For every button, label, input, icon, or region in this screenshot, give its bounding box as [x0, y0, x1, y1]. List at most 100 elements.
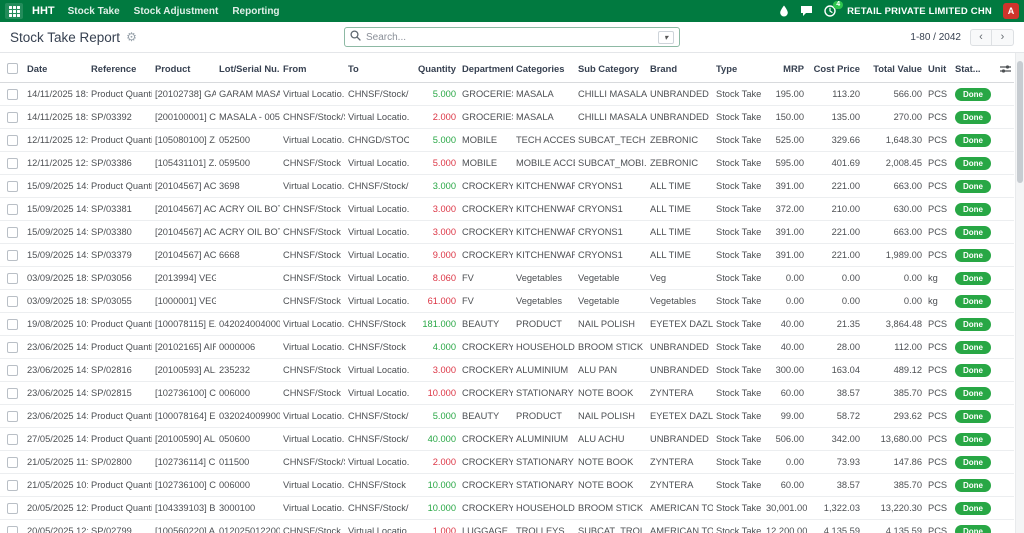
cell-department: CROCKERY1 [459, 174, 513, 198]
column-header-to[interactable]: To [345, 53, 409, 84]
cell-total_value: 13,220.30 [863, 496, 925, 520]
pager-previous-button[interactable]: ‹ [970, 28, 992, 46]
row-checkbox[interactable] [6, 158, 18, 170]
quantity-value: 10.000 [427, 388, 456, 399]
table-row[interactable]: 15/09/2025 14:...SP/03381[20104567] AC..… [0, 197, 1014, 221]
row-checkbox[interactable] [6, 526, 18, 533]
table-row[interactable]: 20/05/2025 12:...SP/02799[100560220] A..… [0, 519, 1014, 533]
row-checkbox[interactable] [6, 342, 18, 354]
pager-next-button[interactable]: › [992, 28, 1014, 46]
table-row[interactable]: 20/05/2025 12:...Product Quanti...[10433… [0, 496, 1014, 520]
search-dropdown-toggle[interactable]: ▾ [658, 30, 674, 44]
select-all-checkbox[interactable] [6, 63, 18, 75]
column-header-mrp[interactable]: MRP [763, 53, 807, 84]
table-row[interactable]: 03/09/2025 18:...SP/03055[1000001] VEG .… [0, 289, 1014, 313]
column-header-total_value[interactable]: Total Value [863, 53, 925, 84]
column-header-product[interactable]: Product [152, 53, 216, 84]
row-checkbox[interactable] [6, 112, 18, 124]
row-checkbox[interactable] [6, 319, 18, 331]
cell-date: 15/09/2025 14:... [24, 197, 88, 221]
row-checkbox[interactable] [6, 181, 18, 193]
cell-cost_price: 58.72 [807, 404, 863, 428]
table-row[interactable]: 23/06/2025 14:...Product Quanti...[10007… [0, 404, 1014, 428]
status-badge: Done [955, 295, 991, 309]
table-row[interactable]: 27/05/2025 14:...Product Quanti...[20100… [0, 427, 1014, 451]
cell-date: 15/09/2025 14:... [24, 243, 88, 267]
apps-menu-icon[interactable] [5, 3, 23, 19]
table-row[interactable]: 15/09/2025 14:...Product Quanti...[20104… [0, 174, 1014, 198]
table-row[interactable]: 14/11/2025 18:...Product Quanti...[20102… [0, 83, 1014, 106]
row-checkbox[interactable] [6, 250, 18, 262]
cell-brand: ZEBRONIC [647, 128, 713, 152]
activities-clock-icon[interactable]: 4 [824, 1, 844, 17]
scrollbar-thumb[interactable] [1017, 61, 1023, 183]
cell-total_value: 1,648.30 [863, 128, 925, 152]
row-checkbox[interactable] [6, 411, 18, 423]
row-checkbox[interactable] [6, 457, 18, 469]
row-checkbox[interactable] [6, 227, 18, 239]
search-bar[interactable]: ▾ [344, 27, 680, 47]
droplet-icon[interactable] [779, 5, 789, 17]
table-row[interactable]: 23/06/2025 14:...SP/02816[20100593] AL..… [0, 358, 1014, 382]
column-header-brand[interactable]: Brand [647, 53, 713, 84]
cell-product: [200100001] C... [152, 105, 216, 129]
row-checkbox[interactable] [6, 365, 18, 377]
brand-menu[interactable]: HHT [32, 5, 55, 17]
table-row[interactable]: 19/08/2025 10:...Product Quanti...[10007… [0, 312, 1014, 336]
table-row[interactable]: 23/06/2025 14:...Product Quanti...[20102… [0, 335, 1014, 359]
table-row[interactable]: 21/05/2025 10:...Product Quanti...[10273… [0, 473, 1014, 497]
table-row[interactable]: 03/09/2025 18:...SP/03056[2013994] VEG .… [0, 266, 1014, 290]
menu-stock-adjustment[interactable]: Stock Adjustment [134, 6, 219, 17]
row-checkbox[interactable] [6, 388, 18, 400]
row-checkbox[interactable] [6, 273, 18, 285]
user-avatar[interactable]: A [1003, 3, 1019, 19]
column-header-reference[interactable]: Reference [88, 53, 152, 84]
column-header-lot[interactable]: Lot/Serial Nu... [216, 53, 280, 84]
column-header-quantity[interactable]: Quantity [409, 53, 459, 84]
cell-select [0, 197, 24, 221]
cell-quantity: 1.000 [409, 519, 459, 533]
company-name[interactable]: RETAIL PRIVATE LIMITED CHN [847, 6, 992, 17]
table-row[interactable]: 15/09/2025 14:...SP/03380[20104567] AC..… [0, 220, 1014, 244]
row-checkbox[interactable] [6, 296, 18, 308]
row-checkbox[interactable] [6, 135, 18, 147]
cell-to: CHNSF/Stock/G... [345, 404, 409, 428]
cell-to: Virtual Locatio... [345, 243, 409, 267]
cell-to: CHNSF/Stock [345, 335, 409, 359]
row-checkbox[interactable] [6, 503, 18, 515]
table-row[interactable]: 23/06/2025 14:...SP/02815[102736100] C..… [0, 381, 1014, 405]
row-checkbox[interactable] [6, 480, 18, 492]
column-header-categories[interactable]: Categories [513, 53, 575, 84]
table-row[interactable]: 12/11/2025 12:...SP/03386[105431101] Z..… [0, 151, 1014, 175]
quantity-value: 3.000 [432, 204, 456, 215]
menu-stock-take[interactable]: Stock Take [68, 6, 120, 17]
table-row[interactable]: 12/11/2025 12:...Product Quanti...[10508… [0, 128, 1014, 152]
cell-lot: 012025012200 [216, 519, 280, 533]
search-input[interactable] [366, 31, 653, 43]
column-header-department[interactable]: Department [459, 53, 513, 84]
settings-gear-icon[interactable]: ⚙ [126, 31, 137, 43]
table-row[interactable]: 15/09/2025 14:...SP/03379[20104567] AC..… [0, 243, 1014, 267]
adjust-columns-icon[interactable] [1000, 62, 1011, 73]
row-checkbox[interactable] [6, 434, 18, 446]
cell-product: [20104567] AC... [152, 174, 216, 198]
cell-select [0, 335, 24, 359]
vertical-scrollbar[interactable] [1015, 53, 1024, 533]
menu-reporting[interactable]: Reporting [232, 6, 279, 17]
row-checkbox[interactable] [6, 204, 18, 216]
column-header-date[interactable]: Date [24, 53, 88, 84]
column-header-unit[interactable]: Unit [925, 53, 952, 84]
column-header-from[interactable]: From [280, 53, 345, 84]
control-panel: Stock Take Report ⚙ ▾ 1-80 / 2042 ‹ › [0, 22, 1024, 53]
status-badge: Done [955, 341, 991, 355]
row-checkbox[interactable] [6, 89, 18, 101]
chat-icon[interactable] [800, 5, 813, 17]
column-header-type[interactable]: Type [713, 53, 763, 84]
table-row[interactable]: 14/11/2025 18:...SP/03392[200100001] C..… [0, 105, 1014, 129]
column-header-sub_category[interactable]: Sub Category [575, 53, 647, 84]
column-header-status[interactable]: Stat... [952, 53, 994, 84]
cell-select [0, 496, 24, 520]
column-header-cost_price[interactable]: Cost Price [807, 53, 863, 84]
status-badge: Done [955, 249, 991, 263]
table-row[interactable]: 21/05/2025 11:...SP/02800[102736114] C..… [0, 450, 1014, 474]
